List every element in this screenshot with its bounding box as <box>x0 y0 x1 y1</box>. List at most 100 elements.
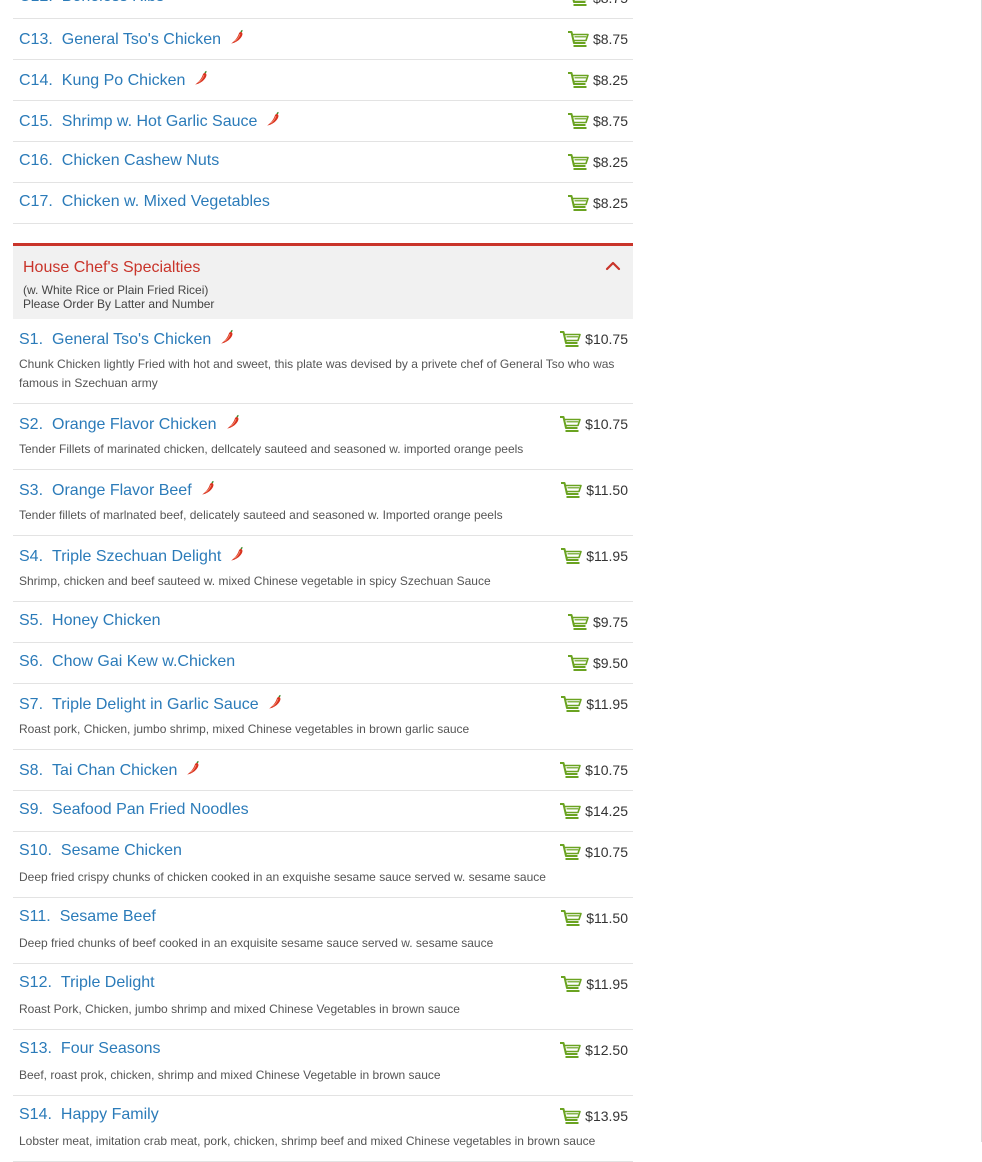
add-to-cart-icon[interactable] <box>567 0 589 7</box>
menu-item[interactable]: C12. Boneless Ribs $8.75 <box>13 0 633 19</box>
price-group[interactable]: $14.25 <box>559 802 628 820</box>
price-group[interactable]: $10.75 <box>559 415 628 433</box>
add-to-cart-icon[interactable] <box>559 1107 581 1125</box>
menu-item[interactable]: S3. Orange Flavor Beef $11.50 Tender fillet… <box>13 470 633 536</box>
price-group[interactable]: $9.50 <box>567 654 628 672</box>
item-name[interactable]: General Tso's Chicken <box>62 31 221 48</box>
item-name[interactable]: General Tso's Chicken <box>52 331 211 348</box>
item-title[interactable]: S10. Sesame Chicken <box>19 842 182 860</box>
price-group[interactable]: $11.95 <box>560 547 628 565</box>
item-title[interactable]: S11. Sesame Beef <box>19 908 156 926</box>
item-title[interactable]: C12. Boneless Ribs <box>19 0 164 6</box>
item-name[interactable]: Chicken Cashew Nuts <box>62 152 219 169</box>
add-to-cart-icon[interactable] <box>560 481 583 499</box>
menu-item[interactable]: S9. Seafood Pan Fried Noodles $14.25 <box>13 791 633 832</box>
item-title[interactable]: S6. Chow Gai Kew w.Chicken <box>19 653 235 671</box>
price-group[interactable]: $12.50 <box>559 1041 628 1059</box>
item-name[interactable]: Orange Flavor Chicken <box>52 416 217 433</box>
price-group[interactable]: $13.95 <box>559 1107 628 1125</box>
item-title[interactable]: S3. Orange Flavor Beef <box>19 480 216 500</box>
menu-item[interactable]: S13. Four Seasons $12.50 Beef, roast prok, … <box>13 1030 633 1096</box>
menu-item[interactable]: S2. Orange Flavor Chicken $10.75 Tender Fil… <box>13 404 633 470</box>
item-title[interactable]: C14. Kung Po Chicken <box>19 70 209 90</box>
menu-item[interactable]: S7. Triple Delight in Garlic Sauce $11.95 R… <box>13 684 633 750</box>
item-name[interactable]: Seafood Pan Fried Noodles <box>52 801 249 818</box>
menu-item[interactable]: S12. Triple Delight $11.95 Roast Pork, Chic… <box>13 964 633 1030</box>
item-name[interactable]: Tai Chan Chicken <box>52 762 177 779</box>
add-to-cart-icon[interactable] <box>559 802 581 820</box>
item-name[interactable]: Sesame Beef <box>60 908 156 925</box>
price-group[interactable]: $8.25 <box>567 71 628 89</box>
menu-item[interactable]: S8. Tai Chan Chicken $10.75 <box>13 750 633 791</box>
item-title[interactable]: S12. Triple Delight <box>19 974 155 992</box>
item-name[interactable]: Honey Chicken <box>52 612 161 629</box>
menu-item[interactable]: S10. Sesame Chicken $10.75 Deep fried crisp… <box>13 832 633 898</box>
add-to-cart-icon[interactable] <box>567 153 589 171</box>
menu-item[interactable]: S6. Chow Gai Kew w.Chicken $9.50 <box>13 643 633 684</box>
item-title[interactable]: S2. Orange Flavor Chicken <box>19 414 241 434</box>
item-title[interactable]: S4. Triple Szechuan Delight <box>19 546 245 566</box>
add-to-cart-icon[interactable] <box>559 761 581 779</box>
add-to-cart-icon[interactable] <box>559 1041 581 1059</box>
price-group[interactable]: $8.75 <box>567 112 628 130</box>
item-title[interactable]: S8. Tai Chan Chicken <box>19 760 201 780</box>
section-header-house-chef-specialties[interactable]: House Chef's Specialties (w. White Rice o… <box>13 243 633 319</box>
add-to-cart-icon[interactable] <box>567 30 589 48</box>
item-name[interactable]: Triple Delight <box>61 974 155 991</box>
item-title[interactable]: C17. Chicken w. Mixed Vegetables <box>19 193 270 211</box>
item-title[interactable]: S5. Honey Chicken <box>19 612 161 630</box>
menu-item[interactable]: S5. Honey Chicken $9.75 <box>13 602 633 643</box>
chevron-up-icon[interactable] <box>605 260 621 272</box>
item-name[interactable]: Orange Flavor Beef <box>52 482 192 499</box>
menu-item[interactable]: C13. General Tso's Chicken $8.75 <box>13 19 633 60</box>
section-title[interactable]: House Chef's Specialties <box>23 259 200 277</box>
price-group[interactable]: $9.75 <box>567 613 628 631</box>
item-name[interactable]: Chow Gai Kew w.Chicken <box>52 653 235 670</box>
add-to-cart-icon[interactable] <box>567 194 589 212</box>
item-name[interactable]: Kung Po Chicken <box>62 72 186 89</box>
item-title[interactable]: C15. Shrimp w. Hot Garlic Sauce <box>19 111 281 131</box>
item-name[interactable]: Boneless Ribs <box>62 0 164 5</box>
add-to-cart-icon[interactable] <box>567 613 589 631</box>
item-title[interactable]: C13. General Tso's Chicken <box>19 29 245 49</box>
add-to-cart-icon[interactable] <box>567 71 589 89</box>
menu-item[interactable]: C14. Kung Po Chicken $8.25 <box>13 60 633 101</box>
item-name[interactable]: Triple Szechuan Delight <box>52 548 221 565</box>
price-group[interactable]: $8.75 <box>567 0 628 7</box>
price-group[interactable]: $11.50 <box>560 909 628 927</box>
menu-item[interactable]: C15. Shrimp w. Hot Garlic Sauce $8.75 <box>13 101 633 142</box>
add-to-cart-icon[interactable] <box>560 975 583 993</box>
item-title[interactable]: S13. Four Seasons <box>19 1040 161 1058</box>
add-to-cart-icon[interactable] <box>559 415 581 433</box>
item-name[interactable]: Sesame Chicken <box>61 842 182 859</box>
item-name[interactable]: Chicken w. Mixed Vegetables <box>62 193 270 210</box>
menu-item[interactable]: S1. General Tso's Chicken $10.75 Chunk Chic… <box>13 319 633 404</box>
menu-item[interactable]: C16. Chicken Cashew Nuts $8.25 <box>13 142 633 183</box>
item-title[interactable]: S9. Seafood Pan Fried Noodles <box>19 801 249 819</box>
price-group[interactable]: $11.95 <box>560 695 628 713</box>
price-group[interactable]: $8.25 <box>567 153 628 171</box>
add-to-cart-icon[interactable] <box>567 654 589 672</box>
menu-item[interactable]: S11. Sesame Beef $11.50 Deep fried chunks o… <box>13 898 633 964</box>
menu-item[interactable]: C17. Chicken w. Mixed Vegetables $8.25 <box>13 183 633 224</box>
price-group[interactable]: $8.25 <box>567 194 628 212</box>
price-group[interactable]: $11.50 <box>560 481 628 499</box>
menu-item[interactable]: S14. Happy Family $13.95 Lobster meat, imit… <box>13 1096 633 1162</box>
add-to-cart-icon[interactable] <box>560 909 583 927</box>
price-group[interactable]: $8.75 <box>567 30 628 48</box>
menu-item[interactable]: S4. Triple Szechuan Delight $11.95 Shrimp, … <box>13 536 633 602</box>
price-group[interactable]: $10.75 <box>559 330 628 348</box>
add-to-cart-icon[interactable] <box>559 843 581 861</box>
price-group[interactable]: $11.95 <box>560 975 628 993</box>
add-to-cart-icon[interactable] <box>560 547 583 565</box>
price-group[interactable]: $10.75 <box>559 843 628 861</box>
item-name[interactable]: Shrimp w. Hot Garlic Sauce <box>62 113 258 130</box>
item-name[interactable]: Four Seasons <box>61 1040 161 1057</box>
item-name[interactable]: Triple Delight in Garlic Sauce <box>52 696 259 713</box>
add-to-cart-icon[interactable] <box>567 112 589 130</box>
add-to-cart-icon[interactable] <box>559 330 581 348</box>
item-title[interactable]: S14. Happy Family <box>19 1106 159 1124</box>
item-title[interactable]: C16. Chicken Cashew Nuts <box>19 152 219 170</box>
add-to-cart-icon[interactable] <box>560 695 583 713</box>
item-title[interactable]: S7. Triple Delight in Garlic Sauce <box>19 694 283 714</box>
